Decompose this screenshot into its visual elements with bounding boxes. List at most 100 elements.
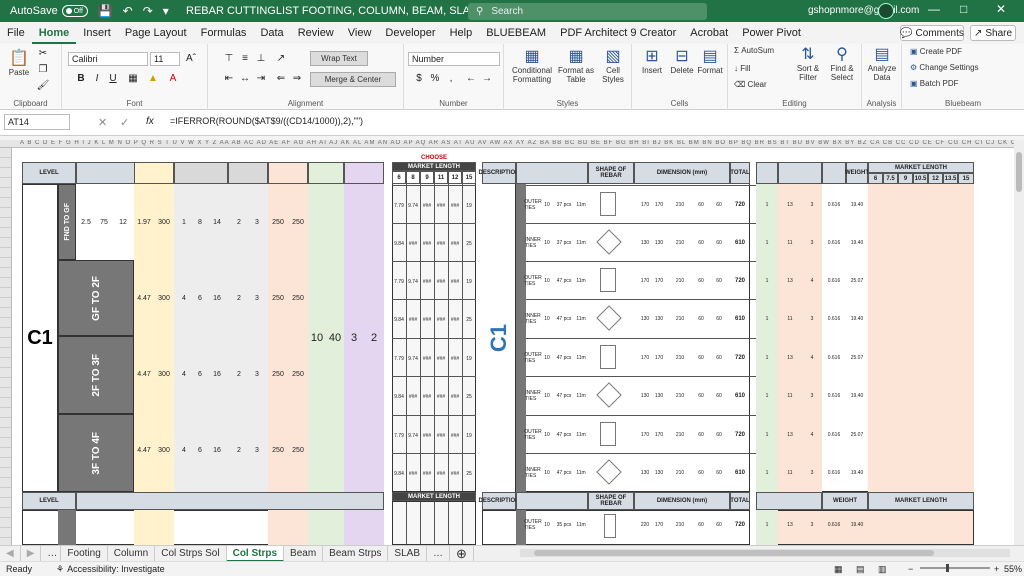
ml-cell[interactable]: ###	[420, 201, 434, 211]
tab-slab[interactable]: SLAB	[388, 545, 427, 562]
stirrup-d[interactable]: 60	[694, 275, 708, 287]
close-icon[interactable]: ✕	[996, 2, 1006, 16]
stirrup-len[interactable]: 11m	[574, 237, 588, 249]
font-size-select[interactable]: 11	[150, 52, 180, 66]
row-headers[interactable]	[0, 148, 12, 545]
lvl2-dim-1[interactable]: 250	[268, 368, 288, 380]
tab-bluebeam[interactable]: BLUEBEAM	[479, 22, 553, 44]
stirrup-count[interactable]: 37 pcs	[554, 199, 574, 211]
ml-cell[interactable]: ###	[448, 469, 462, 479]
stirrup-len[interactable]: 11m	[574, 352, 588, 364]
fill-color-icon[interactable]: ▲	[146, 72, 160, 86]
weight-sets[interactable]: 1	[756, 237, 778, 249]
stirrup-total[interactable]: 610	[732, 237, 748, 249]
stirrup-a[interactable]: 130	[638, 467, 652, 479]
align-middle-icon[interactable]: ≡	[238, 52, 252, 66]
stirrup-dia[interactable]: 10	[540, 429, 554, 441]
stirrup-dia[interactable]: 10	[540, 275, 554, 287]
stirrup-b[interactable]: 170	[652, 429, 666, 441]
tabs-overflow-icon[interactable]: …	[427, 545, 450, 562]
copy-icon[interactable]: ❐	[36, 63, 50, 77]
delete-cells-button[interactable]: ⊟ Delete	[668, 48, 696, 75]
number-format-select[interactable]: Number	[408, 52, 500, 66]
stirrup-a[interactable]: 130	[638, 237, 652, 249]
ml-cell[interactable]: ###	[420, 469, 434, 479]
rml-6[interactable]: 6	[868, 173, 883, 184]
lvl2-ties-3[interactable]: 16	[208, 368, 226, 380]
cover-value[interactable]: 40	[326, 328, 344, 348]
ml-cell[interactable]: ###	[448, 201, 462, 211]
ml-cell[interactable]: ###	[434, 431, 448, 441]
weight-w[interactable]: 0.616	[822, 313, 846, 325]
footing-ties-2[interactable]: 8	[192, 216, 208, 228]
stirrup-e[interactable]: 60	[712, 313, 726, 325]
ml-cell[interactable]: 9.84	[392, 469, 406, 479]
orientation-icon[interactable]: ↗	[274, 52, 288, 66]
ml-cell[interactable]: 25	[462, 469, 476, 479]
stirrup-total[interactable]: 720	[732, 275, 748, 287]
ml-cell[interactable]: ###	[406, 469, 420, 479]
ml-cell[interactable]: ###	[448, 392, 462, 402]
lvl3-ties-1[interactable]: 4	[176, 444, 192, 456]
ml-cell[interactable]: 9.74	[406, 277, 420, 287]
font-name-select[interactable]: Calibri	[68, 52, 148, 66]
cut-icon[interactable]: ✂	[36, 47, 50, 61]
stirrup-count[interactable]: 47 pcs	[554, 467, 574, 479]
stirrup-d[interactable]: 60	[694, 313, 708, 325]
stirrup-c[interactable]: 210	[672, 313, 688, 325]
ml-9[interactable]: 9	[420, 171, 434, 184]
increase-decimal-icon[interactable]: ←	[464, 72, 478, 86]
stirrup-a[interactable]: 170	[638, 352, 652, 364]
redo-icon[interactable]: ↷	[143, 4, 153, 18]
bottom-d[interactable]: 60	[694, 518, 708, 532]
footing-depth[interactable]: 2.5	[78, 216, 94, 228]
tab-insert[interactable]: Insert	[76, 22, 118, 44]
lvl2-dim-2[interactable]: 250	[288, 368, 308, 380]
bottom-b[interactable]: 170	[652, 518, 666, 532]
weight-sets[interactable]: 1	[756, 429, 778, 441]
ml-cell[interactable]: 7.79	[392, 431, 406, 441]
tab-column[interactable]: Column	[108, 545, 156, 562]
stirrup-type[interactable]: INNER TIES	[525, 237, 541, 249]
normal-view-icon[interactable]: ▦	[834, 564, 843, 575]
accessibility-status[interactable]: Accessibility: Investigate	[67, 564, 165, 574]
horizontal-scrollbar[interactable]	[520, 549, 1010, 557]
ml-cell[interactable]: 25	[462, 315, 476, 325]
lvl3-dim-2[interactable]: 250	[288, 444, 308, 456]
ml-15[interactable]: 15	[462, 171, 476, 184]
wrap-text-button[interactable]: Wrap Text	[310, 51, 368, 66]
ml-cell[interactable]: ###	[434, 277, 448, 287]
tab-developer[interactable]: Developer	[378, 22, 442, 44]
stirrup-dia[interactable]: 10	[540, 199, 554, 211]
weight-n1[interactable]: 11	[780, 237, 800, 249]
weight-w[interactable]: 0.616	[822, 429, 846, 441]
footing-height[interactable]: 1.97	[134, 216, 154, 228]
stirrup-d[interactable]: 60	[694, 429, 708, 441]
stirrup-a[interactable]: 170	[638, 429, 652, 441]
weight-n1[interactable]: 13	[780, 199, 800, 211]
align-top-icon[interactable]: ⊤	[222, 52, 236, 66]
ml-cell[interactable]: 9.74	[406, 354, 420, 364]
vertical-scrollbar[interactable]	[1014, 140, 1024, 545]
page-break-icon[interactable]: ▥	[878, 564, 887, 575]
weight-n2[interactable]: 4	[802, 352, 822, 364]
next-sheet-icon[interactable]: ▶	[21, 545, 42, 562]
stirrup-c[interactable]: 210	[672, 467, 688, 479]
lvl1-height[interactable]: 4.47	[134, 292, 154, 304]
ml-8[interactable]: 8	[406, 171, 420, 184]
zoom-slider[interactable]	[920, 567, 990, 569]
lvl1-dim-1[interactable]: 250	[268, 292, 288, 304]
tab-acrobat[interactable]: Acrobat	[683, 22, 735, 44]
stirrup-a[interactable]: 170	[638, 275, 652, 287]
stirrup-total[interactable]: 720	[732, 199, 748, 211]
align-right-icon[interactable]: ⇥	[254, 72, 268, 86]
lvl1-beam[interactable]: 300	[154, 292, 174, 304]
customize-icon[interactable]: ▾	[163, 4, 169, 18]
ml-cell[interactable]: 9.74	[406, 431, 420, 441]
stirrup-dia[interactable]: 10	[540, 237, 554, 249]
lvl2-ties-1[interactable]: 4	[176, 368, 192, 380]
weight-wt[interactable]: 19.40	[846, 390, 868, 402]
restore-icon[interactable]: □	[960, 2, 967, 16]
ml-cell[interactable]: 19	[462, 201, 476, 211]
tabs-more-icon[interactable]: …	[41, 545, 62, 562]
